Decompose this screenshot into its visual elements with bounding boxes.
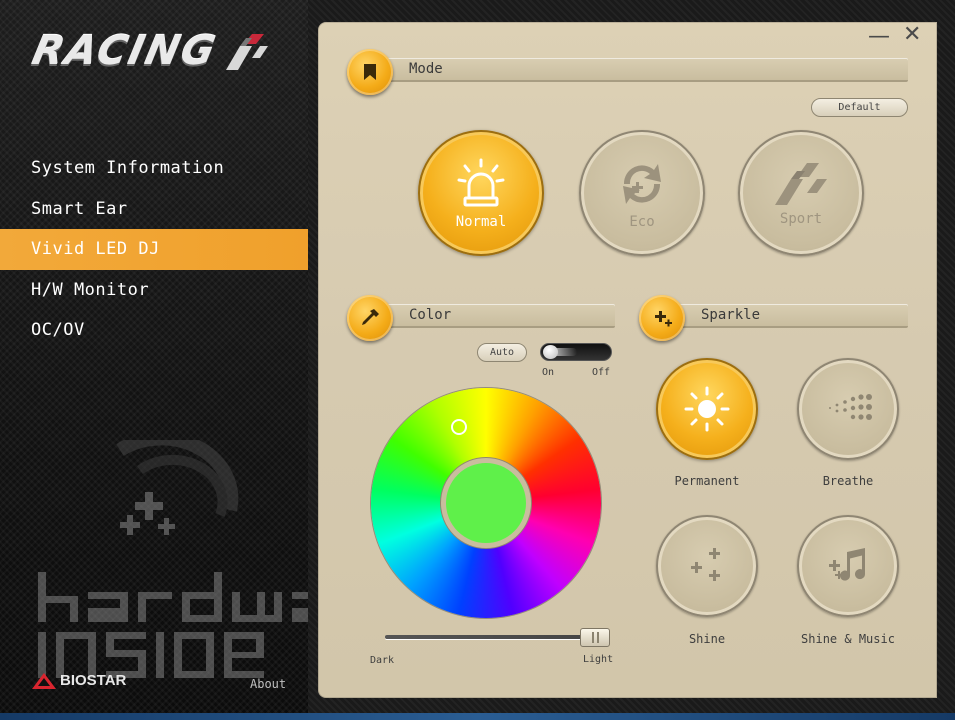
sparkle-shine-label: Shine — [688, 632, 726, 646]
toggle-off-label: Off — [592, 367, 611, 378]
sidebar-item-smart-ear[interactable]: Smart Ear — [0, 189, 318, 230]
sparkle-section-icon — [639, 295, 685, 341]
toggle-knob — [543, 345, 558, 359]
sparkle-shine-music-button[interactable] — [797, 515, 899, 617]
brand-name: BIOSTAR — [60, 672, 127, 689]
biostar-logo-icon — [32, 672, 56, 689]
mode-section-icon — [347, 49, 393, 95]
shine-stars-icon — [691, 548, 720, 581]
sport-flag-icon — [775, 163, 827, 205]
led-dj-emblem-icon — [116, 440, 239, 535]
sparkle-breathe-button[interactable] — [797, 358, 899, 460]
sparkle-permanent-button[interactable] — [656, 358, 758, 460]
hardware-inside-watermark — [38, 572, 318, 678]
sparkle-shine-music-label: Shine & Music — [801, 632, 895, 646]
sidebar-item-vivid-led-dj[interactable]: Vivid LED DJ — [0, 229, 318, 270]
toggle-on-label: On — [542, 367, 555, 378]
music-note-icon — [829, 548, 866, 581]
mode-sport-button[interactable]: Sport — [738, 130, 864, 256]
sparkle-permanent-label: Permanent — [674, 474, 740, 488]
racing-flag-icon — [226, 34, 268, 70]
sidebar-item-system-information[interactable]: System Information — [0, 148, 318, 189]
brightness-light-label: Light — [583, 654, 614, 665]
color-picker-handle[interactable] — [451, 419, 467, 435]
bookmark-icon — [364, 64, 376, 80]
color-title: Color — [409, 307, 452, 323]
mode-eco-button[interactable]: Eco — [579, 130, 705, 256]
close-button[interactable]: ✕ — [903, 24, 921, 46]
color-on-off-toggle[interactable] — [540, 343, 612, 361]
mode-normal-label: Normal — [455, 214, 507, 230]
eco-refresh-icon — [623, 164, 661, 204]
mode-eco-label: Eco — [629, 214, 655, 230]
mode-title: Mode — [409, 61, 443, 77]
sparkle-title: Sparkle — [701, 307, 761, 323]
color-section-icon — [347, 295, 393, 341]
biostar-logo: BIOSTAR — [32, 672, 126, 689]
sparkle-breathe-label: Breathe — [822, 474, 874, 488]
default-button[interactable]: Default — [811, 98, 908, 117]
auto-button[interactable]: Auto — [477, 343, 527, 362]
mode-normal-button[interactable]: Normal — [418, 130, 544, 256]
sidebar-item-hw-monitor[interactable]: H/W Monitor — [0, 270, 318, 311]
breathe-dots-icon — [829, 394, 872, 420]
sidebar-nav: System Information Smart Ear Vivid LED D… — [0, 148, 318, 351]
about-link[interactable]: About — [250, 677, 286, 691]
brightness-slider-handle[interactable] — [580, 628, 610, 647]
brightness-slider-track[interactable] — [385, 635, 605, 639]
sun-icon — [684, 386, 730, 432]
sidebar-item-oc-ov[interactable]: OC/OV — [0, 310, 318, 351]
mode-header-bar — [372, 58, 908, 82]
mode-sport-label: Sport — [779, 211, 823, 227]
minimize-button[interactable]: — — [868, 26, 890, 48]
sparkle-shine-button[interactable] — [656, 515, 758, 617]
sidebar: RACING System Information Smart Ear Vivi… — [0, 0, 318, 720]
sparkle-plus-icon — [655, 311, 672, 327]
bottom-bar — [0, 713, 955, 720]
eyedropper-icon — [362, 309, 379, 325]
selected-color-swatch — [441, 458, 531, 548]
brightness-dark-label: Dark — [370, 655, 395, 666]
siren-icon — [457, 158, 505, 207]
